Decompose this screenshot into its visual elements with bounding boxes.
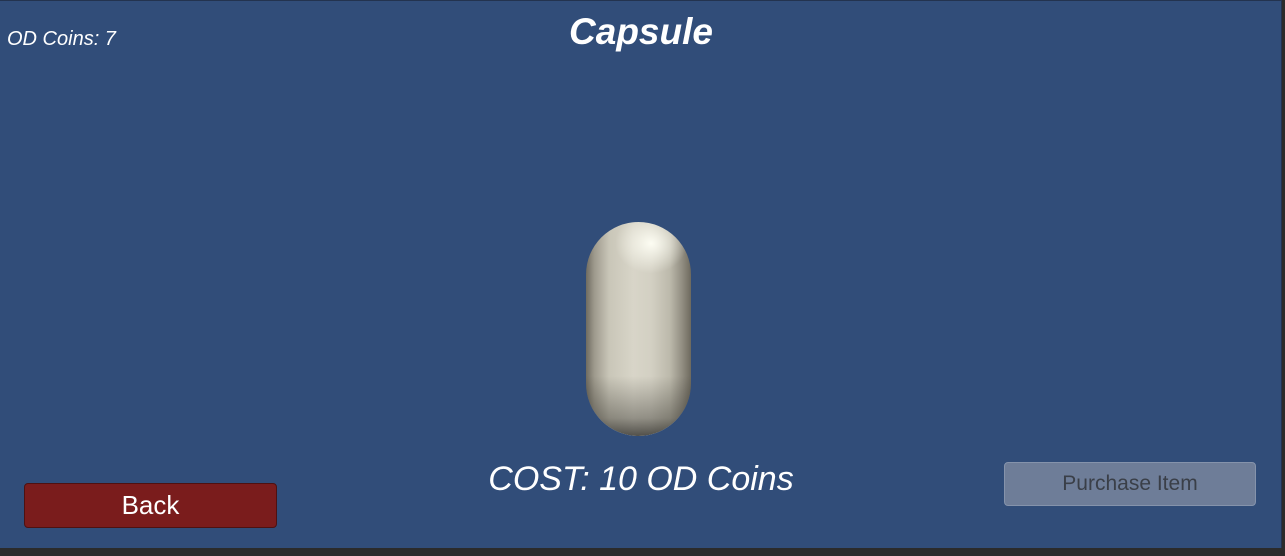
purchase-item-button[interactable]: Purchase Item bbox=[1004, 462, 1256, 506]
item-title: Capsule bbox=[569, 11, 713, 52]
capsule-model bbox=[586, 222, 691, 436]
game-viewport: OD Coins: 7 Capsule COST: 10 OD Coins Ba… bbox=[0, 0, 1282, 548]
back-button[interactable]: Back bbox=[24, 483, 277, 528]
